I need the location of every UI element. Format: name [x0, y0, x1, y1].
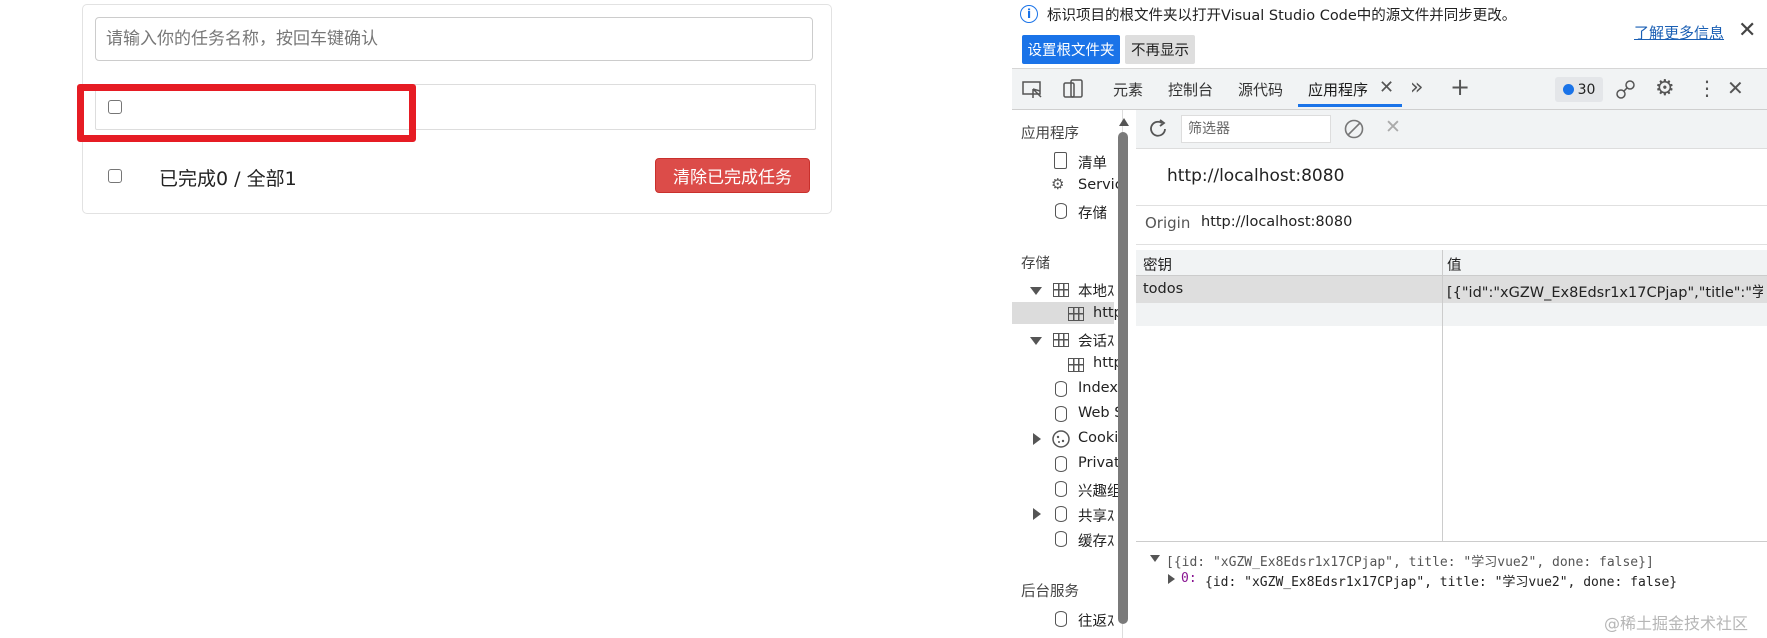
clear-all-icon[interactable] [1343, 118, 1365, 140]
sidebar-item-session-storage[interactable]: 会话ｽ [1078, 330, 1118, 351]
cell-key[interactable]: todos [1143, 281, 1183, 297]
sidebar-section-background-services: 后台服务 [1021, 584, 1079, 600]
sidebar-item-local-storage-origin[interactable]: http [1093, 305, 1118, 321]
collapse-icon[interactable] [1168, 574, 1175, 584]
scroll-up-icon[interactable] [1119, 118, 1129, 126]
sidebar-item-storage[interactable]: 存储 [1078, 202, 1118, 223]
database-icon [1055, 506, 1067, 522]
learn-more-link[interactable]: 了解更多信息 [1634, 22, 1724, 43]
column-header-value[interactable]: 值 [1447, 254, 1462, 275]
table-icon [1053, 283, 1069, 297]
tab-sources[interactable]: 源代码 [1238, 79, 1283, 100]
column-divider[interactable] [1442, 250, 1443, 542]
sidebar-item-local-storage[interactable]: 本地ｽ [1078, 280, 1118, 301]
active-tab-indicator [1298, 104, 1402, 107]
task-name-input[interactable] [95, 17, 813, 61]
storage-icon [1055, 203, 1067, 219]
table-icon [1068, 358, 1084, 372]
sidebar-item-interest-groups[interactable]: 兴趣组 [1078, 480, 1118, 501]
inspect-icon[interactable] [1022, 80, 1044, 100]
sidebar-scrollbar[interactable] [1118, 132, 1128, 624]
origin-label: Origin [1145, 214, 1191, 232]
add-tab-icon[interactable]: + [1450, 73, 1470, 101]
set-root-folder-button[interactable]: 设置根文件夹 [1022, 35, 1120, 64]
preview-index: 0: [1181, 571, 1197, 586]
database-icon [1055, 531, 1067, 547]
filter-input[interactable] [1181, 115, 1331, 143]
highlight-annotation [77, 84, 416, 142]
tab-application[interactable]: 应用程序 [1308, 79, 1368, 100]
expand-icon[interactable] [1030, 287, 1042, 295]
sidebar-item-cookies[interactable]: Cooki [1078, 430, 1118, 446]
info-icon: i [1020, 5, 1038, 23]
gear-icon: ⚙ [1051, 175, 1065, 193]
collapse-icon[interactable] [1033, 508, 1041, 520]
table-row-empty[interactable] [1136, 303, 1767, 326]
select-all-checkbox[interactable] [108, 169, 122, 183]
sidebar-section-storage: 存储 [1021, 256, 1050, 272]
tab-console[interactable]: 控制台 [1168, 79, 1213, 100]
close-devtools-icon[interactable]: ✕ [1727, 76, 1744, 100]
expand-icon[interactable] [1150, 555, 1160, 562]
close-tab-icon[interactable]: ✕ [1379, 77, 1394, 98]
database-icon [1055, 406, 1067, 422]
delete-selected-icon[interactable]: ✕ [1385, 116, 1401, 138]
issues-count: 30 [1577, 81, 1596, 98]
sidebar-item-manifest[interactable]: 清单 [1078, 152, 1118, 173]
issues-badge[interactable]: 30 [1555, 77, 1603, 102]
refresh-icon[interactable] [1148, 118, 1170, 140]
clear-completed-button[interactable]: 清除已完成任务 [655, 158, 810, 193]
settings-icon[interactable]: ⚙ [1655, 76, 1675, 101]
sidebar-item-back-forward-cache[interactable]: 往返ｽ [1078, 610, 1118, 631]
connections-icon[interactable] [1615, 79, 1637, 101]
completion-count-label: 已完成0 / 全部1 [159, 168, 297, 190]
sidebar-item-cache-storage[interactable]: 缓存ｽ [1078, 530, 1118, 551]
more-tabs-icon[interactable]: » [1410, 75, 1423, 100]
sidebar-item-web-sql[interactable]: Web S [1078, 405, 1118, 421]
sidebar-item-indexeddb[interactable]: Index [1078, 380, 1118, 396]
preview-object-line: {id: "xGZW_Ex8Edsr1x17CPjap", title: "学习… [1205, 575, 1678, 590]
origin-value: http://localhost:8080 [1201, 214, 1353, 230]
database-icon [1055, 456, 1067, 472]
table-icon [1068, 307, 1084, 321]
expand-icon[interactable] [1030, 337, 1042, 345]
column-header-key[interactable]: 密钥 [1143, 254, 1172, 275]
database-icon [1055, 381, 1067, 397]
table-icon [1053, 333, 1069, 347]
cookie-icon [1052, 430, 1070, 448]
cell-value[interactable]: [{"id":"xGZW_Ex8Edsr1x17CPjap","title":"… [1447, 281, 1763, 302]
sidebar-item-session-storage-origin[interactable]: http [1093, 355, 1118, 371]
collapse-icon[interactable] [1033, 433, 1041, 445]
preview-array-line: [{id: "xGZW_Ex8Edsr1x17CPjap", title: "学… [1166, 555, 1654, 570]
close-icon[interactable]: ✕ [1738, 18, 1756, 43]
manifest-icon [1054, 152, 1067, 169]
sidebar-item-service-workers[interactable]: Servic [1078, 177, 1118, 193]
info-message: 标识项目的根文件夹以打开Visual Studio Code中的源文件并同步更改… [1047, 8, 1517, 24]
dont-show-again-button[interactable]: 不再显示 [1125, 35, 1195, 64]
sidebar-item-shared-storage[interactable]: 共享ｽ [1078, 505, 1118, 526]
device-toolbar-icon[interactable] [1062, 79, 1084, 101]
origin-heading: http://localhost:8080 [1167, 166, 1345, 186]
watermark: @稀土掘金技术社区 [1604, 614, 1749, 633]
sidebar-item-private-state-tokens[interactable]: Privat [1078, 455, 1118, 471]
sidebar-section-application: 应用程序 [1021, 126, 1079, 142]
database-icon [1055, 611, 1067, 627]
tab-elements[interactable]: 元素 [1113, 79, 1143, 100]
issues-icon [1562, 84, 1574, 95]
more-options-icon[interactable]: ⋮ [1697, 76, 1717, 100]
database-icon [1055, 481, 1067, 497]
